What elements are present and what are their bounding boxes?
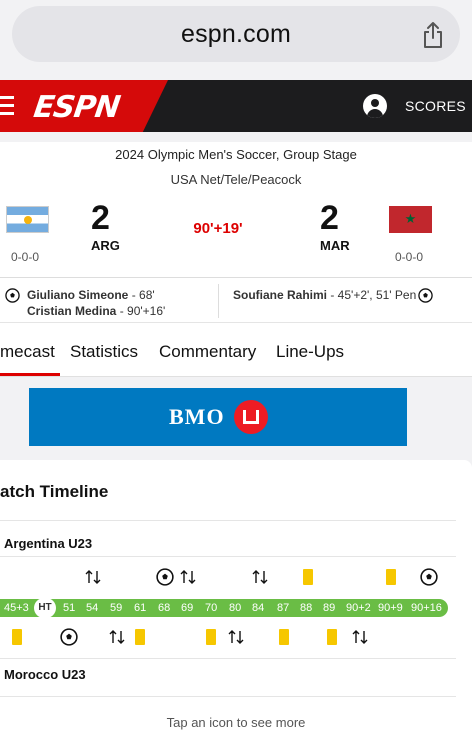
yellow-card-icon[interactable] [206, 629, 216, 645]
substitution-icon[interactable] [227, 629, 245, 645]
home-scorer-1: Giuliano Simeone - 68' [27, 288, 155, 302]
broadcast-info: USA Net/Tele/Peacock [170, 172, 302, 187]
substitution-icon[interactable] [179, 569, 197, 585]
minute-marker: 69 [181, 602, 194, 614]
timeline-title: atch Timeline [0, 482, 109, 501]
argentina-flag-icon[interactable] [6, 206, 49, 233]
minute-marker: 84 [252, 602, 265, 614]
minute-marker: 45+3 [4, 602, 29, 614]
tab-commentary[interactable]: Commentary [159, 342, 256, 362]
divider [218, 284, 219, 318]
minute-marker: 90+9 [378, 602, 403, 614]
espn-logo[interactable]: ESPN [32, 90, 122, 125]
minute-marker: 70 [205, 602, 218, 614]
away-team-name: Morocco U23 [4, 667, 86, 682]
yellow-card-icon[interactable] [135, 629, 145, 645]
address-bar[interactable]: espn.com [12, 6, 460, 62]
tab-line-ups[interactable]: Line-Ups [276, 342, 344, 362]
home-scorer-2: Cristian Medina - 90'+16' [27, 304, 166, 318]
minute-marker: 87 [277, 602, 290, 614]
browser-toolbar: espn.com [0, 0, 472, 80]
divider [0, 658, 456, 659]
minute-marker: 61 [134, 602, 147, 614]
substitution-icon[interactable] [351, 629, 369, 645]
morocco-flag-icon[interactable]: ★ [389, 206, 432, 233]
minute-marker: 51 [63, 602, 76, 614]
soccer-ball-icon [418, 288, 433, 303]
home-score: 2 [91, 199, 110, 237]
share-icon[interactable] [420, 21, 446, 49]
away-record: 0-0-0 [395, 250, 424, 264]
goal-ball-icon[interactable] [60, 628, 78, 646]
minute-marker: 88 [300, 602, 313, 614]
scores-link[interactable]: SCORES [405, 98, 466, 114]
match-clock: 90'+19' [193, 220, 243, 237]
ad-text: BMO [169, 404, 225, 429]
home-record: 0-0-0 [11, 250, 40, 264]
minute-marker: 89 [323, 602, 336, 614]
site-header: ESPN SCORES [0, 80, 472, 132]
minute-marker: 80 [229, 602, 242, 614]
divider [0, 277, 472, 278]
divider [0, 556, 456, 557]
goal-ball-icon[interactable] [420, 568, 438, 586]
tab-statistics[interactable]: Statistics [70, 342, 138, 362]
tab-gamecast[interactable]: mecast [0, 342, 55, 362]
substitution-icon[interactable] [84, 569, 102, 585]
match-timeline: atch Timeline Argentina U23 45+3 HT 51 5… [0, 460, 472, 750]
divider [0, 520, 456, 521]
goal-ball-icon[interactable] [156, 568, 174, 586]
yellow-card-icon[interactable] [12, 629, 22, 645]
home-team-abbr[interactable]: ARG [91, 238, 120, 253]
away-team-abbr[interactable]: MAR [320, 238, 350, 253]
away-scorer-1: Soufiane Rahimi - 45'+2', 51' Pen [233, 288, 417, 302]
minute-marker: 59 [110, 602, 123, 614]
soccer-ball-icon [5, 288, 20, 303]
divider [0, 376, 472, 377]
yellow-card-icon[interactable] [327, 629, 337, 645]
user-account-icon[interactable] [363, 94, 387, 118]
away-score: 2 [320, 199, 339, 237]
ad-container: BMO [0, 380, 472, 452]
url-text[interactable]: espn.com [12, 20, 460, 49]
bmo-ad-banner[interactable]: BMO [29, 388, 407, 446]
spacer [0, 132, 472, 142]
menu-icon[interactable] [0, 96, 16, 116]
halftime-badge: HT [34, 598, 56, 618]
yellow-card-icon[interactable] [386, 569, 396, 585]
minute-marker: 68 [158, 602, 171, 614]
timeline-hint: Tap an icon to see more [166, 715, 306, 730]
match-tabs: mecast Statistics Commentary Line-Ups [0, 322, 472, 377]
minute-marker: 54 [86, 602, 99, 614]
home-team-name: Argentina U23 [4, 536, 93, 551]
minute-marker: 90+2 [346, 602, 371, 614]
substitution-icon[interactable] [108, 629, 126, 645]
bmo-logo-icon [234, 400, 268, 434]
substitution-icon[interactable] [251, 569, 269, 585]
competition-name: 2024 Olympic Men's Soccer, Group Stage [115, 147, 357, 162]
yellow-card-icon[interactable] [279, 629, 289, 645]
match-scoreboard: 2024 Olympic Men's Soccer, Group Stage U… [0, 142, 472, 322]
minute-marker: 90+16 [411, 602, 442, 614]
divider [0, 696, 456, 697]
yellow-card-icon[interactable] [303, 569, 313, 585]
